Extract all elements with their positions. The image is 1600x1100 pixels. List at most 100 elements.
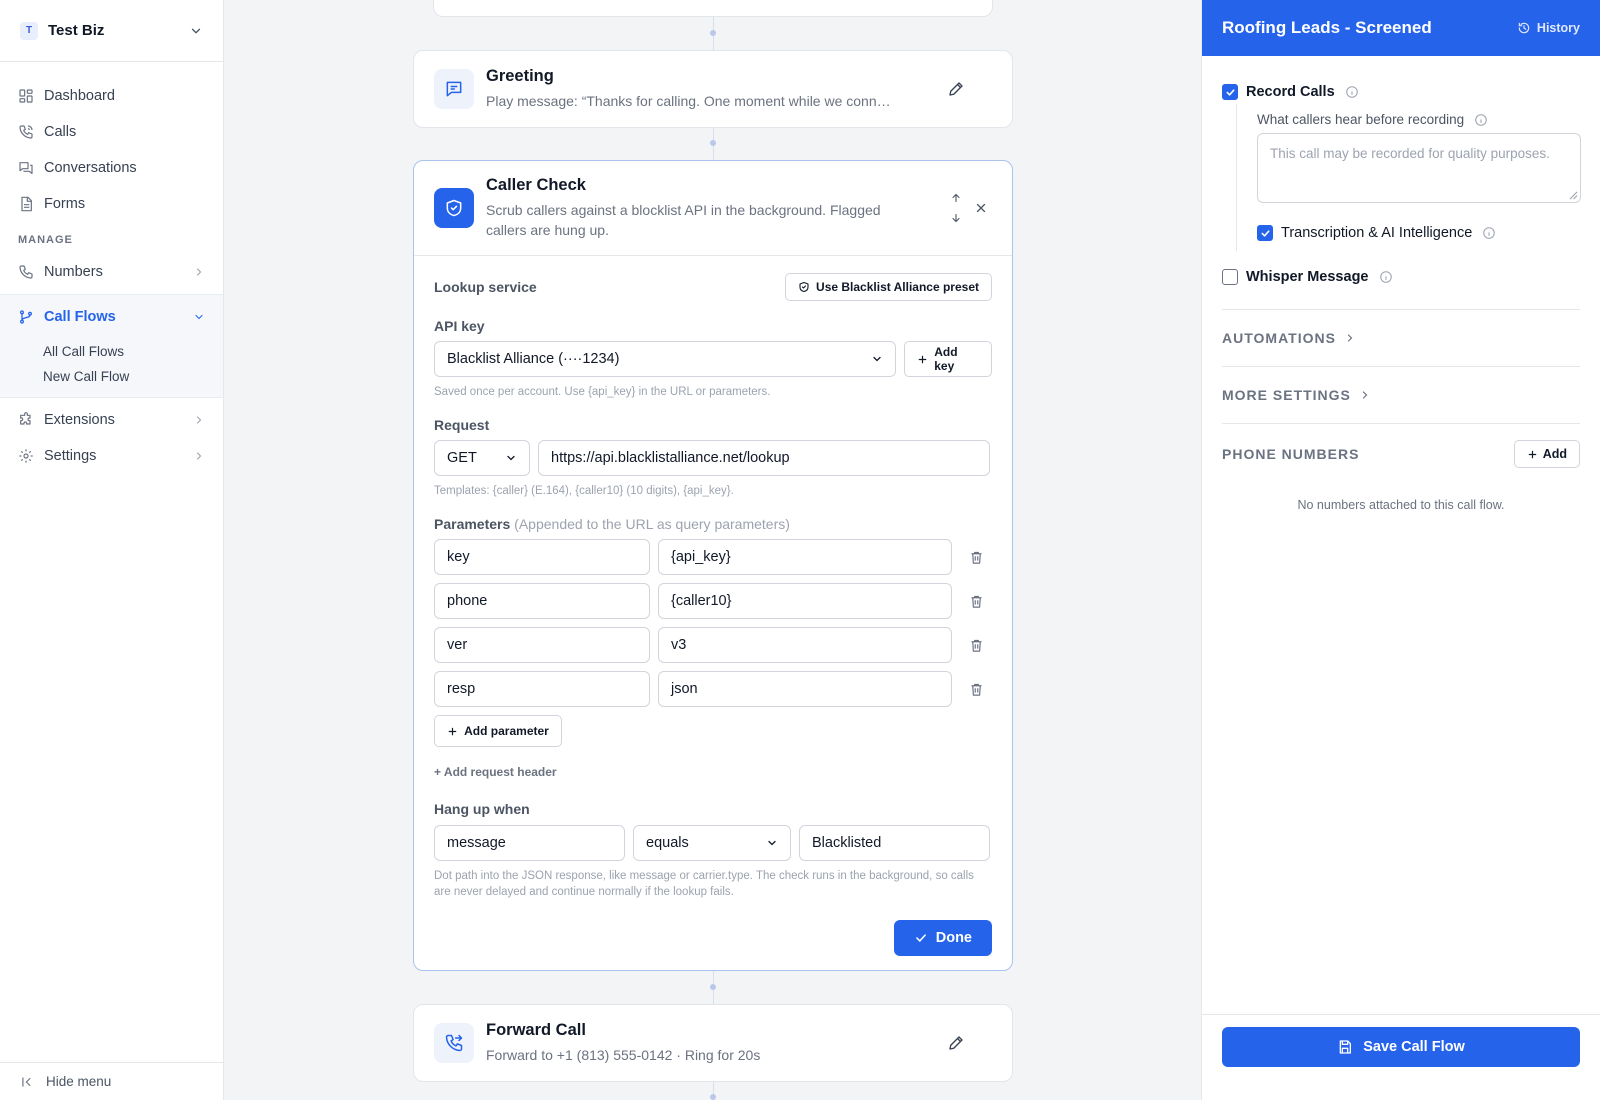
previous-step-card[interactable] (433, 0, 993, 17)
gear-icon (18, 448, 34, 464)
pre-record-placeholder: This call may be recorded for quality pu… (1270, 146, 1550, 161)
greeting-step-text: Greeting Play message: “Thanks for calli… (486, 67, 920, 111)
business-switcher[interactable]: T Test Biz (0, 0, 223, 62)
nav-item-numbers[interactable]: Numbers (0, 254, 223, 290)
add-parameter-button[interactable]: Add parameter (434, 715, 562, 747)
hangup-value-input[interactable]: Blacklisted (799, 825, 990, 861)
history-icon (1517, 21, 1531, 35)
param-key-input[interactable]: ver (434, 627, 650, 663)
chevron-down-icon (505, 452, 517, 464)
nav-label: Numbers (44, 264, 103, 280)
history-button[interactable]: History (1517, 21, 1580, 35)
nav-item-forms[interactable]: Forms (0, 186, 223, 222)
use-preset-label: Use Blacklist Alliance preset (816, 280, 979, 294)
sidebar: T Test Biz Dashboard Calls Conversations… (0, 0, 224, 1100)
hangup-operator-select[interactable]: equals (633, 825, 791, 861)
hangup-field-input[interactable]: message (434, 825, 625, 861)
resize-handle-icon[interactable] (1569, 191, 1578, 200)
record-calls-checkbox[interactable] (1222, 84, 1238, 100)
parameter-row: ver v3 (434, 627, 992, 663)
save-call-flow-button[interactable]: Save Call Flow (1222, 1027, 1580, 1067)
param-value-input[interactable]: {caller10} (658, 583, 952, 619)
close-icon[interactable] (974, 201, 988, 215)
nav-item-conversations[interactable]: Conversations (0, 150, 223, 186)
nav-item-settings[interactable]: Settings (0, 438, 223, 474)
api-key-hint: Saved once per account. Use {api_key} in… (434, 386, 771, 398)
forward-call-text: Forward Call Forward to +1 (813) 555-014… (486, 1021, 920, 1065)
url-input[interactable]: https://api.blacklistalliance.net/lookup (538, 440, 990, 476)
parameters-heading: Parameters (Appended to the URL as query… (434, 516, 992, 532)
no-numbers-message: No numbers attached to this call flow. (1297, 498, 1505, 512)
more-settings-section-toggle[interactable]: MORE SETTINGS (1222, 367, 1580, 423)
plus-icon (917, 354, 928, 365)
message-icon (434, 69, 474, 109)
done-button[interactable]: Done (893, 920, 992, 956)
caller-check-step-card: Caller Check Scrub callers against a blo… (413, 160, 1013, 971)
method-select[interactable]: GET (434, 440, 530, 476)
chevron-right-icon (1344, 332, 1356, 344)
param-value-input[interactable]: json (658, 671, 952, 707)
nav-label: Dashboard (44, 88, 115, 104)
nav-item-dashboard[interactable]: Dashboard (0, 78, 223, 114)
lookup-label: Lookup service (434, 279, 537, 295)
add-key-button[interactable]: Add key (904, 341, 992, 377)
trash-icon[interactable] (964, 682, 988, 697)
add-key-label: Add key (934, 345, 958, 373)
api-key-value: Blacklist Alliance (····1234) (447, 351, 620, 367)
param-key-input[interactable]: phone (434, 583, 650, 619)
nav-label: Extensions (44, 412, 115, 428)
nav-item-call-flows[interactable]: Call Flows (0, 295, 223, 339)
pencil-icon (947, 1034, 965, 1052)
arrow-up-icon[interactable] (950, 192, 962, 204)
forward-call-step-card[interactable]: Forward Call Forward to +1 (813) 555-014… (413, 1004, 1013, 1082)
api-key-select[interactable]: Blacklist Alliance (····1234) (434, 341, 897, 377)
add-number-button[interactable]: Add (1513, 440, 1580, 468)
caller-check-text: Caller Check Scrub callers against a blo… (486, 176, 930, 240)
flow-connector-dot (710, 984, 716, 990)
pre-record-message-input[interactable]: This call may be recorded for quality pu… (1257, 133, 1581, 203)
greeting-step-header: Greeting Play message: “Thanks for calli… (414, 51, 1012, 127)
transcription-checkbox[interactable] (1257, 225, 1273, 241)
chevron-right-icon (193, 414, 205, 426)
pre-record-label: What callers hear before recording (1257, 112, 1465, 127)
sidebar-subitem-new-call-flow[interactable]: New Call Flow (0, 364, 223, 389)
business-avatar: T (20, 21, 38, 40)
api-key-label: API key (434, 318, 485, 334)
phone-forward-icon (434, 1023, 474, 1063)
move-step-controls (950, 192, 962, 224)
arrow-down-icon[interactable] (950, 212, 962, 224)
info-icon (1474, 113, 1488, 127)
trash-icon[interactable] (964, 594, 988, 609)
branch-icon (18, 309, 34, 325)
request-row: GET https://api.blacklistalliance.net/lo… (434, 440, 992, 476)
automations-section-toggle[interactable]: AUTOMATIONS (1222, 310, 1580, 366)
nav-item-calls[interactable]: Calls (0, 114, 223, 150)
chevron-down-icon (193, 311, 205, 323)
pre-record-label-row: What callers hear before recording (1257, 112, 1580, 127)
step-description: Play message: “Thanks for calling. One m… (486, 93, 891, 109)
edit-step-button[interactable] (940, 1027, 972, 1059)
trash-icon[interactable] (964, 638, 988, 653)
edit-step-button[interactable] (940, 73, 972, 105)
hide-menu-button[interactable]: Hide menu (0, 1062, 223, 1100)
call-flows-group: Call Flows All Call Flows New Call Flow (0, 294, 223, 398)
save-icon (1337, 1039, 1353, 1055)
add-request-header-link[interactable]: + Add request header (434, 765, 992, 779)
whisper-checkbox[interactable] (1222, 269, 1238, 285)
param-key-input[interactable]: resp (434, 671, 650, 707)
panel-title[interactable]: Roofing Leads - Screened (1222, 18, 1517, 38)
record-calls-row: Record Calls (1222, 80, 1580, 104)
sidebar-subitem-all-call-flows[interactable]: All Call Flows (0, 339, 223, 364)
param-value-input[interactable]: {api_key} (658, 539, 952, 575)
nav-item-extensions[interactable]: Extensions (0, 402, 223, 438)
chevron-down-icon (189, 24, 203, 38)
use-preset-button[interactable]: Use Blacklist Alliance preset (785, 273, 992, 301)
trash-icon[interactable] (964, 550, 988, 565)
more-settings-label: MORE SETTINGS (1222, 387, 1351, 403)
done-label: Done (935, 930, 972, 946)
record-calls-label: Record Calls (1246, 84, 1335, 100)
forward-call-header: Forward Call Forward to +1 (813) 555-014… (414, 1005, 1012, 1081)
greeting-step-card[interactable]: Greeting Play message: “Thanks for calli… (413, 50, 1013, 128)
param-value-input[interactable]: v3 (658, 627, 952, 663)
param-key-input[interactable]: key (434, 539, 650, 575)
